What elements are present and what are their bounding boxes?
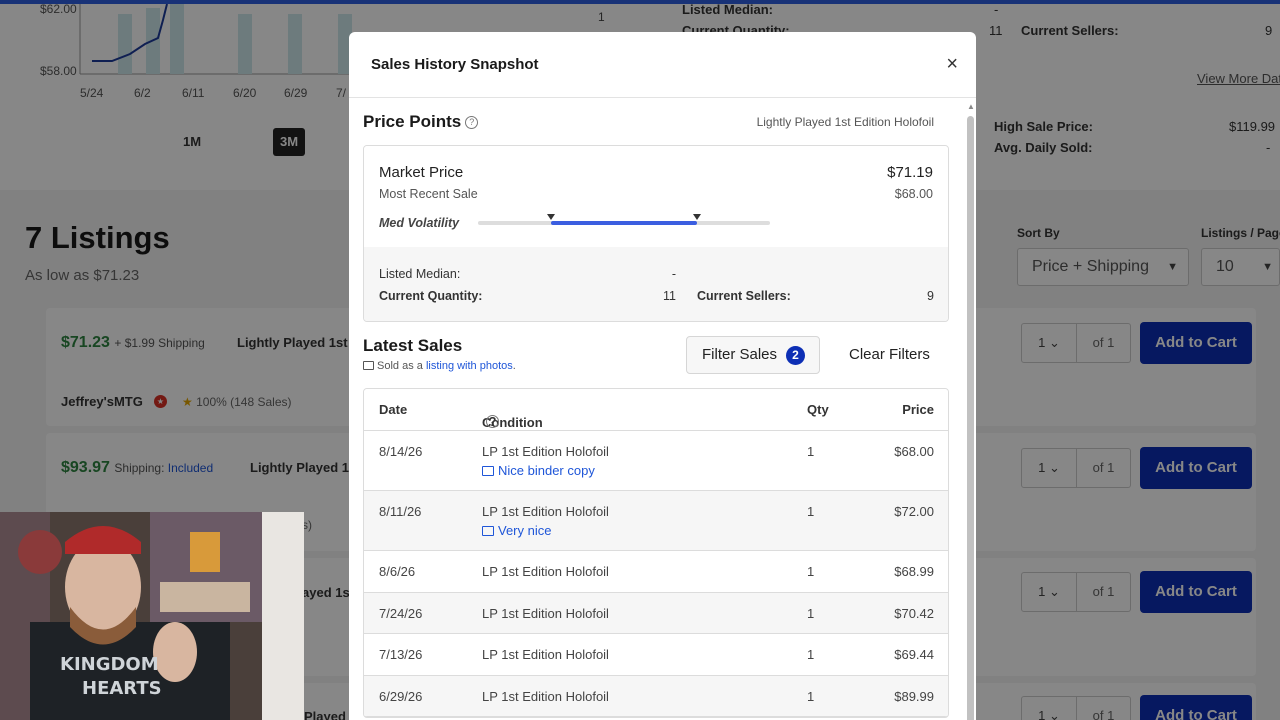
sale-condition: LP 1st Edition Holofoil [482, 444, 609, 459]
sale-qty: 1 [807, 444, 815, 459]
price-points-summary: Market Price $71.19 Most Recent Sale $68… [364, 146, 948, 247]
filter-count-badge: 2 [786, 346, 805, 365]
current-sellers-label: Current Sellers: [697, 289, 791, 303]
scroll-up-icon[interactable]: ▲ [967, 102, 975, 111]
volatility-meter [478, 214, 770, 225]
sale-photo-link[interactable]: Very nice [482, 523, 551, 538]
volatility-marker-start [547, 214, 555, 220]
help-icon[interactable]: ? [486, 415, 499, 428]
webcam-video: KINGDOM HEARTS [0, 512, 304, 720]
sale-date: 7/24/26 [379, 605, 423, 621]
modal-scrollbar[interactable]: ▲ [966, 102, 975, 720]
listed-median-label: Listed Median: [379, 267, 461, 281]
clear-filters-button[interactable]: Clear Filters [849, 346, 930, 363]
sale-qty: 1 [807, 647, 815, 662]
table-row: 7/24/26 LP 1st Edition Holofoil 1 $70.42 [364, 592, 948, 634]
sale-date: 8/11/26 [379, 504, 422, 519]
column-qty: Qty [807, 402, 829, 417]
filter-sales-button[interactable]: Filter Sales 2 [686, 336, 820, 374]
sale-condition: LP 1st Edition Holofoil [482, 504, 609, 519]
most-recent-sale-label: Most Recent Sale [379, 187, 478, 201]
table-header: Date Condition? Qty Price [364, 389, 948, 431]
sale-qty: 1 [807, 564, 815, 579]
sale-condition: LP 1st Edition Holofoil [482, 605, 609, 621]
latest-sales-table: Date Condition? Qty Price 8/14/26 LP 1st… [363, 388, 949, 718]
column-price: Price [902, 402, 934, 417]
price-points-variant: Lightly Played 1st Edition Holofoil [756, 115, 934, 129]
webcam-overlay: KINGDOM HEARTS [0, 512, 304, 720]
volatility-label: Med Volatility [379, 216, 460, 230]
current-quantity-value: 11 [663, 289, 676, 303]
table-row: 7/13/26 LP 1st Edition Holofoil 1 $69.44 [364, 634, 948, 676]
modal-header: Sales History Snapshot × [349, 32, 976, 98]
volatility-marker-end [693, 214, 701, 220]
sale-date: 8/14/26 [379, 444, 423, 459]
image-icon [482, 466, 494, 476]
column-date: Date [379, 402, 408, 417]
listing-with-photos-link[interactable]: listing with photos [426, 360, 513, 372]
price-points-card: Market Price $71.19 Most Recent Sale $68… [363, 145, 949, 322]
table-row: 6/29/26 LP 1st Edition Holofoil 1 $89.99 [364, 675, 948, 717]
market-price-label: Market Price [379, 164, 464, 181]
sale-qty: 1 [807, 605, 815, 621]
latest-sales-title: Latest Sales [363, 336, 463, 355]
sale-date: 7/13/26 [379, 647, 423, 662]
modal-title: Sales History Snapshot [371, 56, 539, 73]
current-quantity-label: Current Quantity: [379, 289, 483, 303]
sale-condition: LP 1st Edition Holofoil [482, 564, 609, 579]
sale-date: 8/6/26 [379, 564, 416, 579]
help-icon[interactable]: ? [465, 116, 479, 130]
most-recent-sale-value: $68.00 [894, 187, 933, 201]
current-sellers-value: 9 [927, 289, 934, 303]
price-points-title: Price Points [363, 112, 462, 131]
price-points-heading: Price Points? [363, 112, 479, 132]
sale-condition: LP 1st Edition Holofoil [482, 688, 609, 704]
market-price-value: $71.19 [887, 164, 933, 181]
volatility-fill [551, 221, 697, 225]
close-icon[interactable]: × [946, 52, 958, 76]
sale-price: $70.42 [894, 605, 934, 621]
sale-price: $68.00 [894, 444, 934, 459]
price-points-stats: Listed Median: - Current Quantity: 11 Cu… [364, 247, 948, 321]
svg-text:KINGDOM: KINGDOM [60, 654, 159, 675]
sale-qty: 1 [807, 688, 815, 704]
latest-sales-subtitle: Sold as a listing with photos. [363, 360, 516, 372]
sale-photo-link[interactable]: Nice binder copy [482, 463, 595, 478]
svg-text:HEARTS: HEARTS [82, 678, 162, 699]
table-row: 8/6/26 LP 1st Edition Holofoil 1 $68.99 [364, 551, 948, 593]
table-row: 8/14/26 LP 1st Edition Holofoil Nice bin… [364, 431, 948, 491]
sale-price: $89.99 [894, 688, 934, 704]
image-icon [363, 361, 374, 370]
listed-median-value: - [671, 267, 676, 281]
sale-condition: LP 1st Edition Holofoil [482, 647, 609, 662]
scroll-thumb[interactable] [967, 116, 974, 720]
sale-qty: 1 [807, 504, 815, 519]
sale-price: $72.00 [894, 504, 934, 519]
sale-date: 6/29/26 [379, 688, 423, 704]
sale-price: $69.44 [894, 647, 934, 662]
sales-history-modal: Sales History Snapshot × ▲ Price Points?… [349, 32, 976, 720]
image-icon [482, 526, 494, 536]
filter-sales-label: Filter Sales [702, 346, 778, 363]
table-row: 8/11/26 LP 1st Edition Holofoil Very nic… [364, 491, 948, 551]
sale-price: $68.99 [894, 564, 934, 579]
